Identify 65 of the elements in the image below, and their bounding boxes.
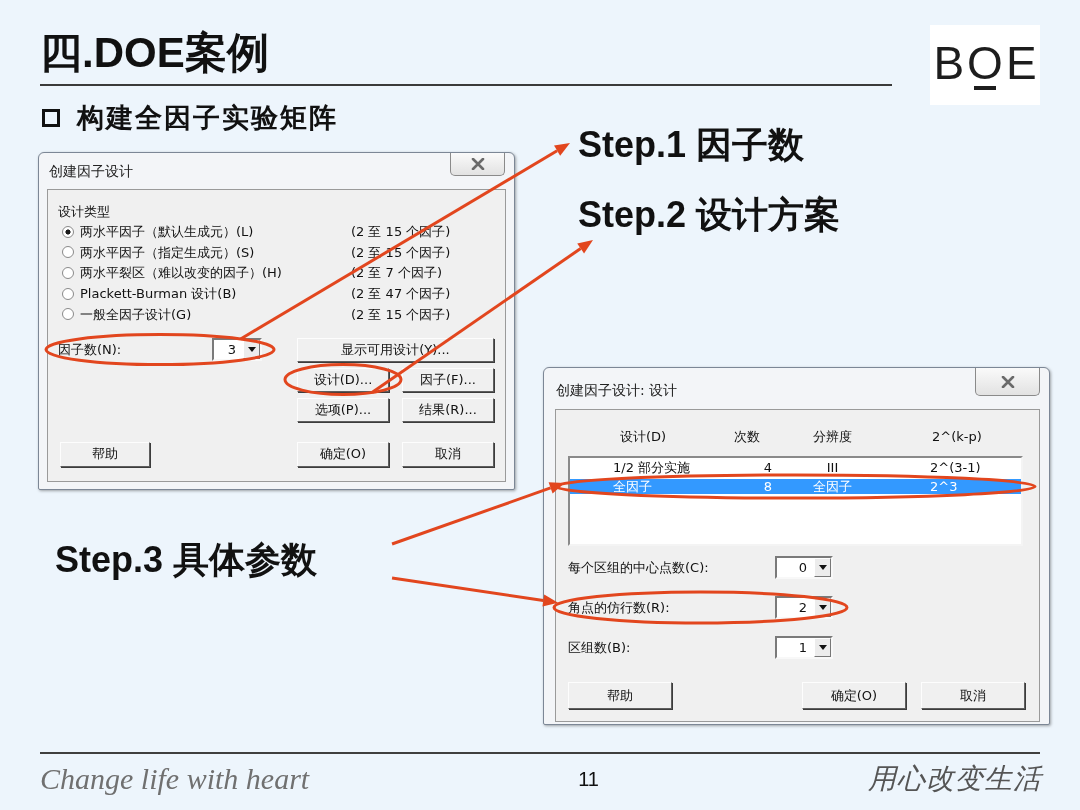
caret-down-icon	[818, 605, 827, 610]
list-cell-text: 1/2 部分实施	[613, 460, 692, 475]
factor-range: (2 至 15 个因子)	[351, 305, 451, 324]
field-label: 角点的仿行数(R):	[568, 598, 671, 617]
factor-range: (2 至 47 个因子)	[351, 284, 451, 303]
slogan-text: 用心改变生活	[868, 761, 1042, 797]
list-cell-text: III	[825, 460, 840, 475]
list-cell-text: 8	[762, 479, 773, 494]
dialog-button[interactable]: 因子(F)...	[402, 367, 494, 392]
group-label: 设计类型	[58, 202, 110, 221]
radio-label: 两水平裂区（难以改变的因子）(H)	[80, 264, 283, 283]
dialog-button[interactable]: 帮助	[568, 682, 672, 709]
dialog-button[interactable]: 设计(D)...	[297, 367, 389, 392]
list-cell-text: 全因子	[613, 479, 653, 494]
radio-label: Plackett-Burman 设计(B)	[80, 284, 238, 303]
close-button[interactable]	[975, 368, 1040, 396]
logo-text: BOE	[932, 40, 1040, 86]
field-label: 区组数(B):	[568, 638, 632, 657]
dialog-button[interactable]: 选项(P)...	[297, 397, 389, 422]
dialog-title: 创建因子设计	[48, 162, 133, 181]
step-label: Step.1 因子数	[578, 125, 805, 165]
close-icon	[470, 158, 485, 170]
step-label: Step.3 具体参数	[55, 540, 318, 580]
column-header: 设计(D)	[619, 428, 668, 446]
list-cell-text: 全因子	[812, 479, 853, 494]
dialog-button[interactable]: 确定(O)	[297, 441, 389, 467]
dropdown-button[interactable]	[814, 638, 831, 657]
step-label: Step.2 设计方案	[578, 195, 841, 235]
column-header: 分辨度	[812, 428, 853, 446]
radio-button[interactable]	[62, 267, 74, 280]
radio-label: 两水平因子（默认生成元）(L)	[80, 223, 255, 242]
dialog-button[interactable]: 取消	[402, 441, 494, 467]
radio-button[interactable]	[62, 308, 74, 321]
close-button[interactable]	[450, 153, 505, 176]
column-header: 2^(k-p)	[931, 428, 983, 446]
dialog-button[interactable]: 取消	[921, 682, 1025, 709]
page-number: 11	[578, 767, 599, 792]
dialog-button[interactable]: 确定(O)	[802, 682, 906, 709]
square-bullet-icon	[42, 109, 60, 127]
list-row[interactable]: 1/2 部分实施 4 III 2^(3-1)	[570, 460, 1021, 475]
radio-label: 两水平因子（指定生成元）(S)	[80, 243, 256, 262]
logo-bar-icon	[974, 86, 996, 90]
field-label: 每个区组的中心点数(C):	[568, 558, 710, 577]
dropdown-field[interactable]: 0	[775, 556, 833, 579]
slide-title: 四.DOE案例	[40, 29, 269, 77]
dialog-title: 创建因子设计: 设计	[555, 381, 678, 400]
radio-button[interactable]	[62, 225, 74, 238]
dialog-button[interactable]: 帮助	[60, 441, 150, 467]
bullet-text: 构建全因子实验矩阵	[77, 104, 338, 132]
list-cell-text: 2^3	[929, 479, 959, 494]
close-icon	[1000, 375, 1015, 388]
list-cell-text: 4	[762, 460, 773, 475]
caret-down-icon	[818, 565, 827, 570]
radio-button[interactable]	[62, 246, 74, 259]
caret-down-icon	[818, 645, 827, 650]
radio-button[interactable]	[62, 287, 74, 300]
column-header: 次数	[733, 428, 761, 446]
dropdown-field[interactable]: 1	[775, 636, 833, 659]
field-label: 因子数(N):	[58, 340, 122, 359]
dropdown-button[interactable]	[814, 558, 831, 577]
radio-label: 一般全因子设计(G)	[80, 305, 193, 324]
slogan-text: Change life with heart	[40, 761, 310, 797]
dialog-button[interactable]: 结果(R)...	[402, 397, 494, 422]
caret-down-icon	[247, 347, 256, 353]
list-cell-text: 2^(3-1)	[929, 460, 982, 475]
